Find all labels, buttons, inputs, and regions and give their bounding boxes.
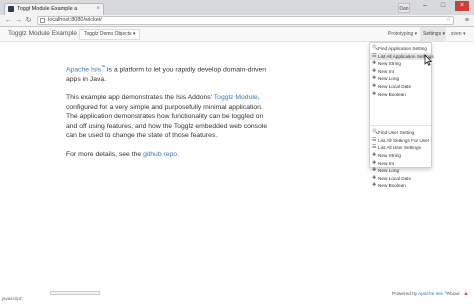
plus-icon: ✚ — [372, 159, 377, 166]
app-brand[interactable]: Togglz Module Example App — [8, 30, 90, 37]
plus-icon: ✚ — [372, 151, 377, 158]
menu-item-label: New Local Date — [378, 175, 412, 181]
menu-item-label: New Boolean — [378, 183, 406, 189]
dropdown-divider — [370, 125, 431, 127]
menu-item-label: New Long — [378, 76, 400, 82]
apache-isis-footer-link[interactable]: Apache Isis ™ — [418, 292, 449, 297]
address-bar: ← → ↻ localhost:8080/wicket/ ☆ ≡ — [0, 15, 474, 27]
menu-item-label: New Int — [378, 68, 394, 74]
github-repo-link[interactable]: github repo — [143, 151, 177, 158]
list-icon: ☰ — [372, 144, 377, 151]
app-new-int-item[interactable]: ✚ New Int — [370, 68, 431, 76]
url-text: localhost:8080/wicket/ — [48, 17, 102, 23]
mouse-cursor-icon — [424, 54, 432, 66]
browser-tab[interactable]: Toggl Module Example a × — [4, 3, 104, 15]
warning-icon[interactable]: ▲ — [463, 291, 469, 297]
list-all-settings-for-user-item[interactable]: ☰ List All Settings For User — [370, 137, 431, 145]
close-window-icon[interactable]: × — [455, 1, 469, 11]
plus-icon: ✚ — [372, 167, 377, 174]
back-icon[interactable]: ← — [4, 16, 13, 25]
app-new-boolean-item[interactable]: ✚ New Boolean — [370, 91, 431, 99]
search-icon: 🔍 — [372, 45, 379, 51]
browser-menu-icon[interactable]: ≡ — [465, 16, 469, 25]
forward-icon[interactable]: → — [14, 16, 23, 25]
menu-item-label: Find User Setting — [378, 130, 415, 136]
favicon-icon — [8, 6, 14, 12]
menu-item-label: New String — [378, 152, 401, 158]
url-input[interactable]: localhost:8080/wicket/ ☆ — [37, 16, 454, 25]
plus-icon: ✚ — [372, 75, 377, 82]
apache-isis-link[interactable]: Apache Isis — [66, 66, 101, 73]
menu-item-label: List All User Settings — [378, 145, 421, 151]
list-icon: ☰ — [372, 136, 377, 143]
menu-item-label: New Int — [378, 160, 394, 166]
togglz-demo-objects-menu[interactable]: Togglz Demo Objects ▾ — [79, 29, 141, 40]
search-icon: 🔍 — [372, 129, 379, 136]
app-navbar: Togglz Module Example App Togglz Demo Ob… — [0, 27, 474, 42]
details-suffix: . — [177, 150, 179, 158]
plus-icon: ✚ — [372, 90, 377, 97]
maximize-icon[interactable]: □ — [436, 1, 450, 11]
plus-icon: ✚ — [372, 182, 377, 189]
plus-icon: ✚ — [372, 82, 377, 89]
user-new-string-item[interactable]: ✚ New String — [370, 152, 431, 160]
horizontal-scrollbar[interactable] — [50, 291, 100, 295]
user-new-boolean-item[interactable]: ✚ New Boolean — [370, 182, 431, 190]
intro-paragraph: Apache Isis™ is a platform to let you ra… — [66, 62, 271, 84]
bookmark-star-icon[interactable]: ☆ — [446, 17, 451, 24]
description-prefix: This example app demonstrates the Isis A… — [66, 94, 214, 102]
menu-item-label: New String — [378, 61, 401, 67]
menu-item-label: New Local Date — [378, 83, 412, 89]
user-menu[interactable]: sven ▾ — [451, 30, 465, 39]
tab-title: Toggl Module Example a — [17, 6, 78, 12]
about-link[interactable]: About — [447, 292, 460, 297]
plus-icon: ✚ — [372, 60, 377, 67]
app-new-local-date-item[interactable]: ✚ New Local Date — [370, 83, 431, 91]
page-icon — [40, 18, 45, 23]
tab-close-icon[interactable]: × — [96, 4, 100, 15]
settings-dropdown: 🔍 Find Application Setting ☰ List All Appl… — [369, 42, 434, 188]
app-new-string-item[interactable]: ✚ New String — [370, 60, 431, 68]
browser-status-text: javascript:; — [2, 296, 24, 301]
main-content: Apache Isis™ is a platform to let you ra… — [66, 62, 271, 168]
details-paragraph: For more details, see the github repo. — [66, 150, 271, 160]
menu-item-label: List All Settings For User — [378, 137, 430, 143]
reload-icon[interactable]: ↻ — [24, 16, 33, 25]
list-icon: ☰ — [372, 52, 377, 59]
details-prefix: For more details, see the — [66, 150, 144, 158]
browser-tabstrip: Toggl Module Example a × Dan – □ × — [0, 0, 474, 15]
list-all-user-settings-item[interactable]: ☰ List All User Settings — [370, 144, 431, 152]
description-paragraph: This example app demonstrates the Isis A… — [66, 93, 271, 141]
user-new-long-item[interactable]: ✚ New Long — [370, 167, 431, 175]
menu-item-label: New Boolean — [378, 91, 406, 97]
user-new-int-item[interactable]: ✚ New Int — [370, 160, 431, 168]
plus-icon: ✚ — [372, 174, 377, 181]
plus-icon: ✚ — [372, 67, 377, 74]
powered-by-label: Powered by — [392, 292, 418, 297]
menu-item-label: Find Application Setting — [378, 46, 427, 51]
user-new-local-date-item[interactable]: ✚ New Local Date — [370, 175, 431, 183]
togglz-module-link[interactable]: Togglz Module — [214, 94, 258, 101]
find-user-setting-item[interactable]: 🔍 Find User Setting — [370, 129, 431, 137]
settings-menu[interactable]: Settings ▾ — [420, 27, 446, 42]
minimize-icon[interactable]: – — [418, 1, 432, 11]
prototyping-menu[interactable]: Prototyping ▾ — [388, 30, 417, 39]
list-all-application-settings-item[interactable]: ☰ List All Application Settings — [370, 52, 434, 61]
profile-button[interactable]: Dan — [398, 3, 410, 13]
app-new-long-item[interactable]: ✚ New Long — [370, 75, 431, 83]
find-application-setting-item[interactable]: 🔍 Find Application Setting — [370, 45, 431, 53]
menu-item-label: New Long — [378, 168, 400, 174]
